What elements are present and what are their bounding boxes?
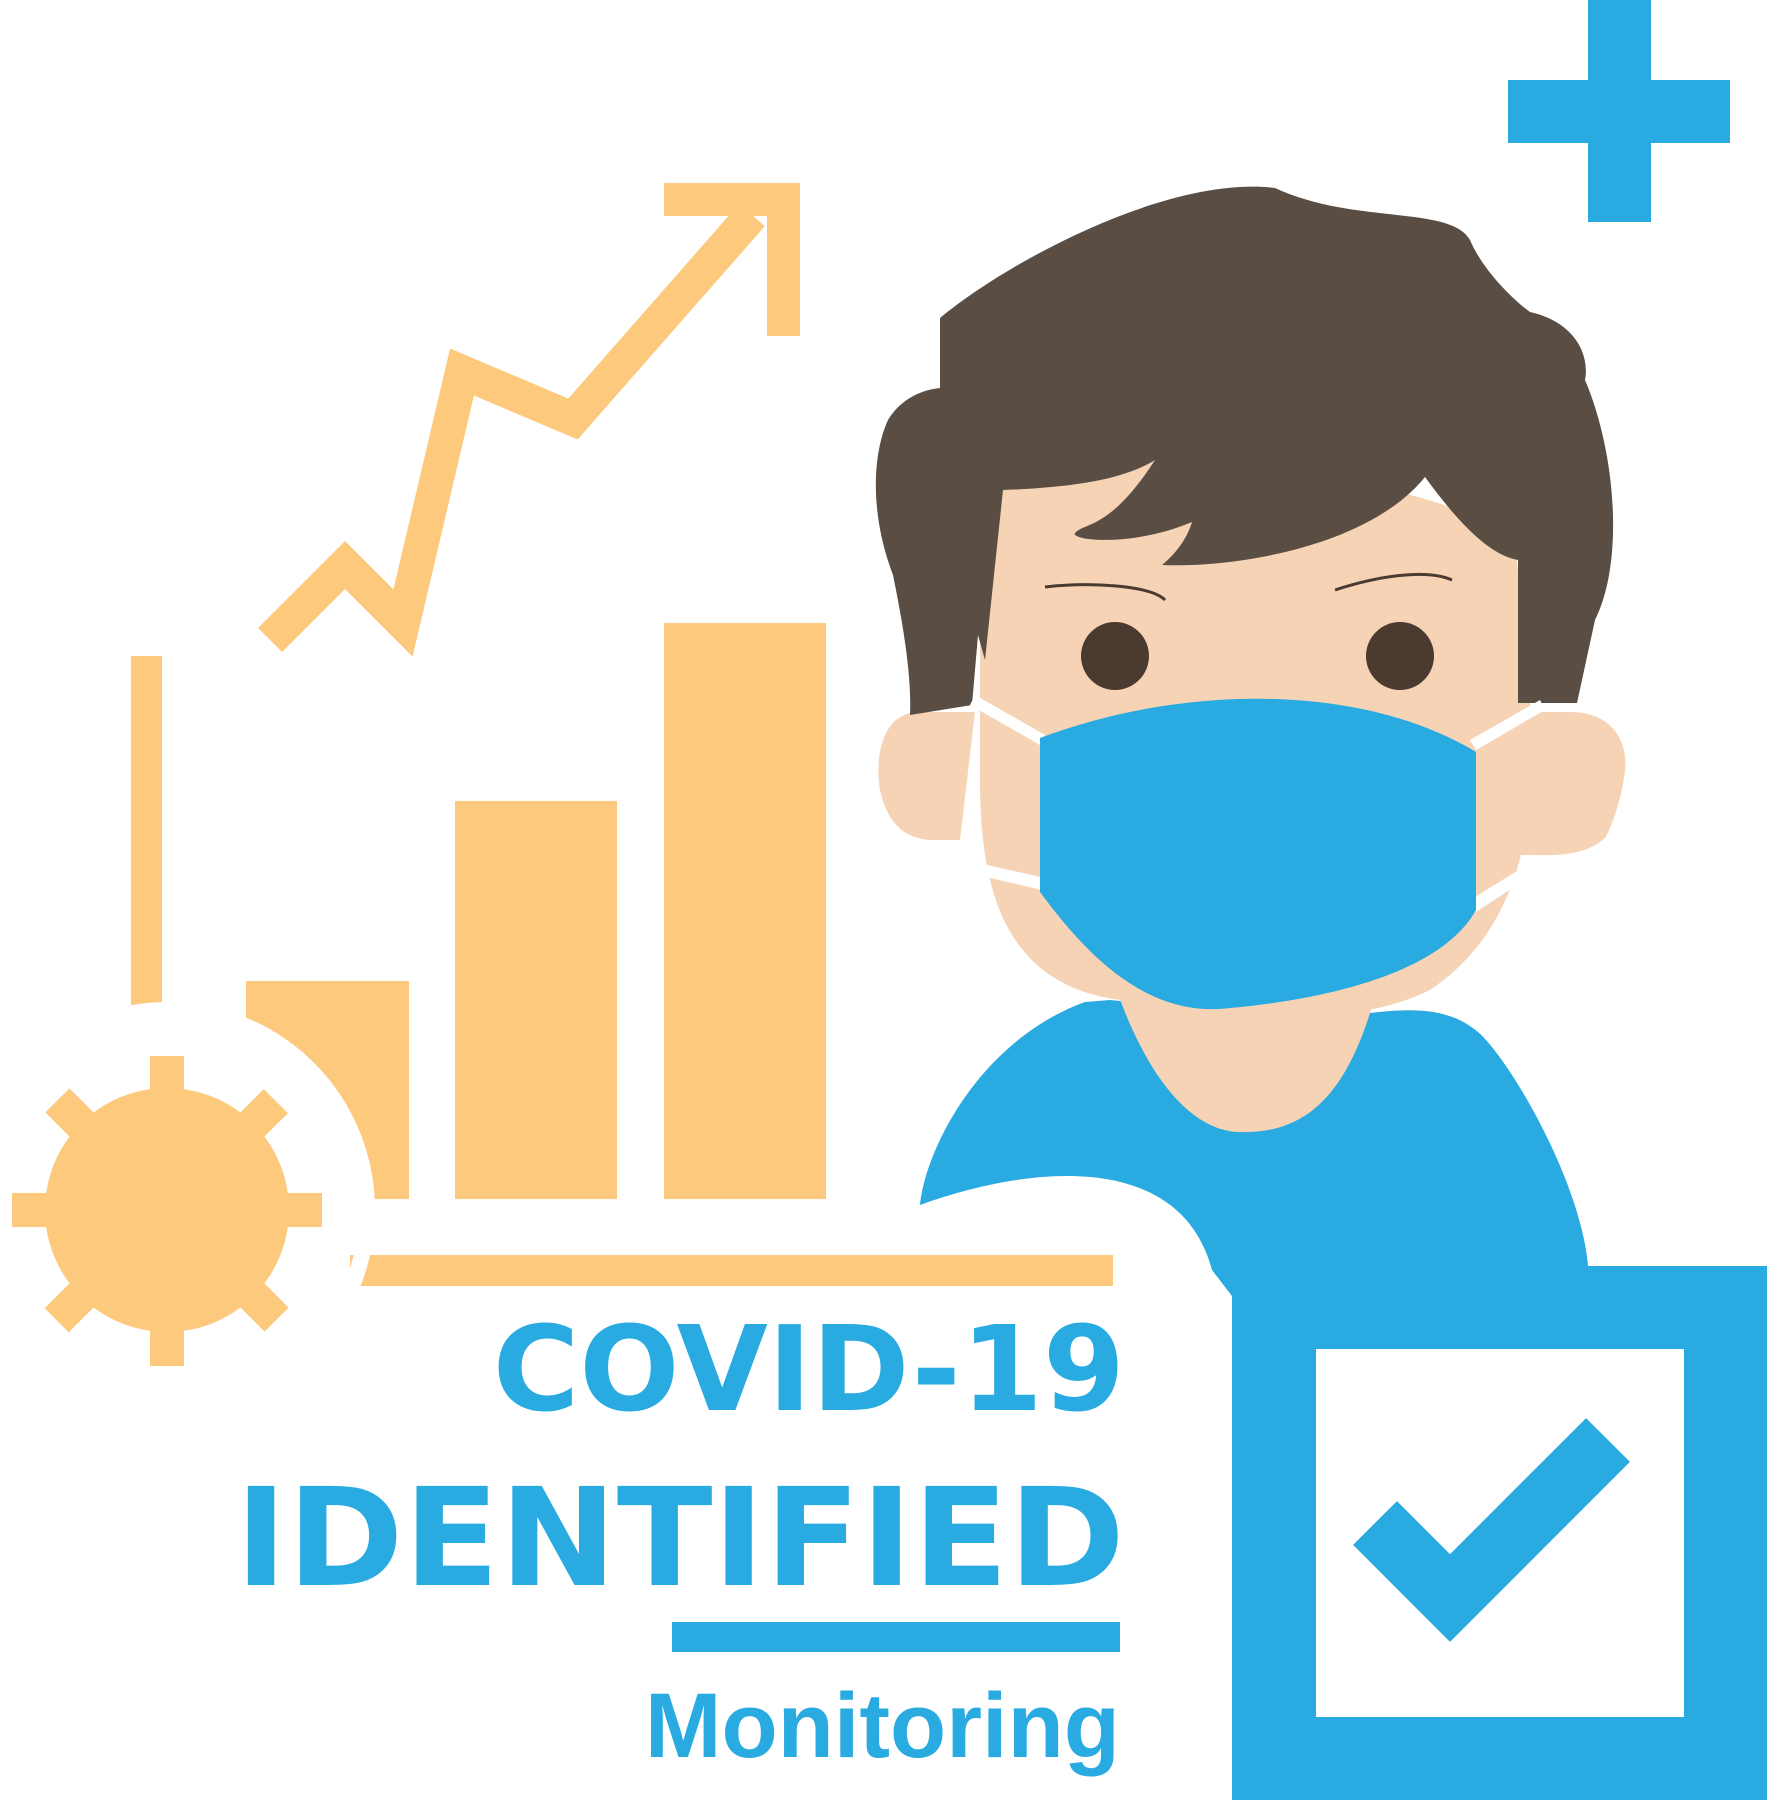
bar-3	[664, 623, 826, 1199]
trend-arrow-icon	[257, 183, 800, 657]
checkbox-icon	[1232, 1266, 1767, 1800]
chart-axis-vertical	[131, 656, 162, 1012]
masked-person-illustration	[875, 186, 1626, 1300]
title-line-2: IDENTIFIED	[235, 1460, 1125, 1618]
title-line-1: COVID-19	[493, 1300, 1125, 1438]
poster-canvas: COVID-19 IDENTIFIED Monitoring	[0, 0, 1767, 1800]
eye-left	[1081, 622, 1149, 690]
poster-illustration: COVID-19 IDENTIFIED Monitoring	[0, 0, 1767, 1800]
virus-icon	[12, 1056, 322, 1366]
chart-baseline	[350, 1255, 1113, 1286]
plus-icon	[1508, 0, 1730, 222]
ear-left	[878, 712, 975, 840]
bar-2	[455, 801, 617, 1199]
eye-right	[1366, 622, 1434, 690]
title-divider	[672, 1622, 1120, 1652]
subtitle: Monitoring	[645, 1675, 1120, 1777]
face-mask	[1040, 698, 1476, 1010]
